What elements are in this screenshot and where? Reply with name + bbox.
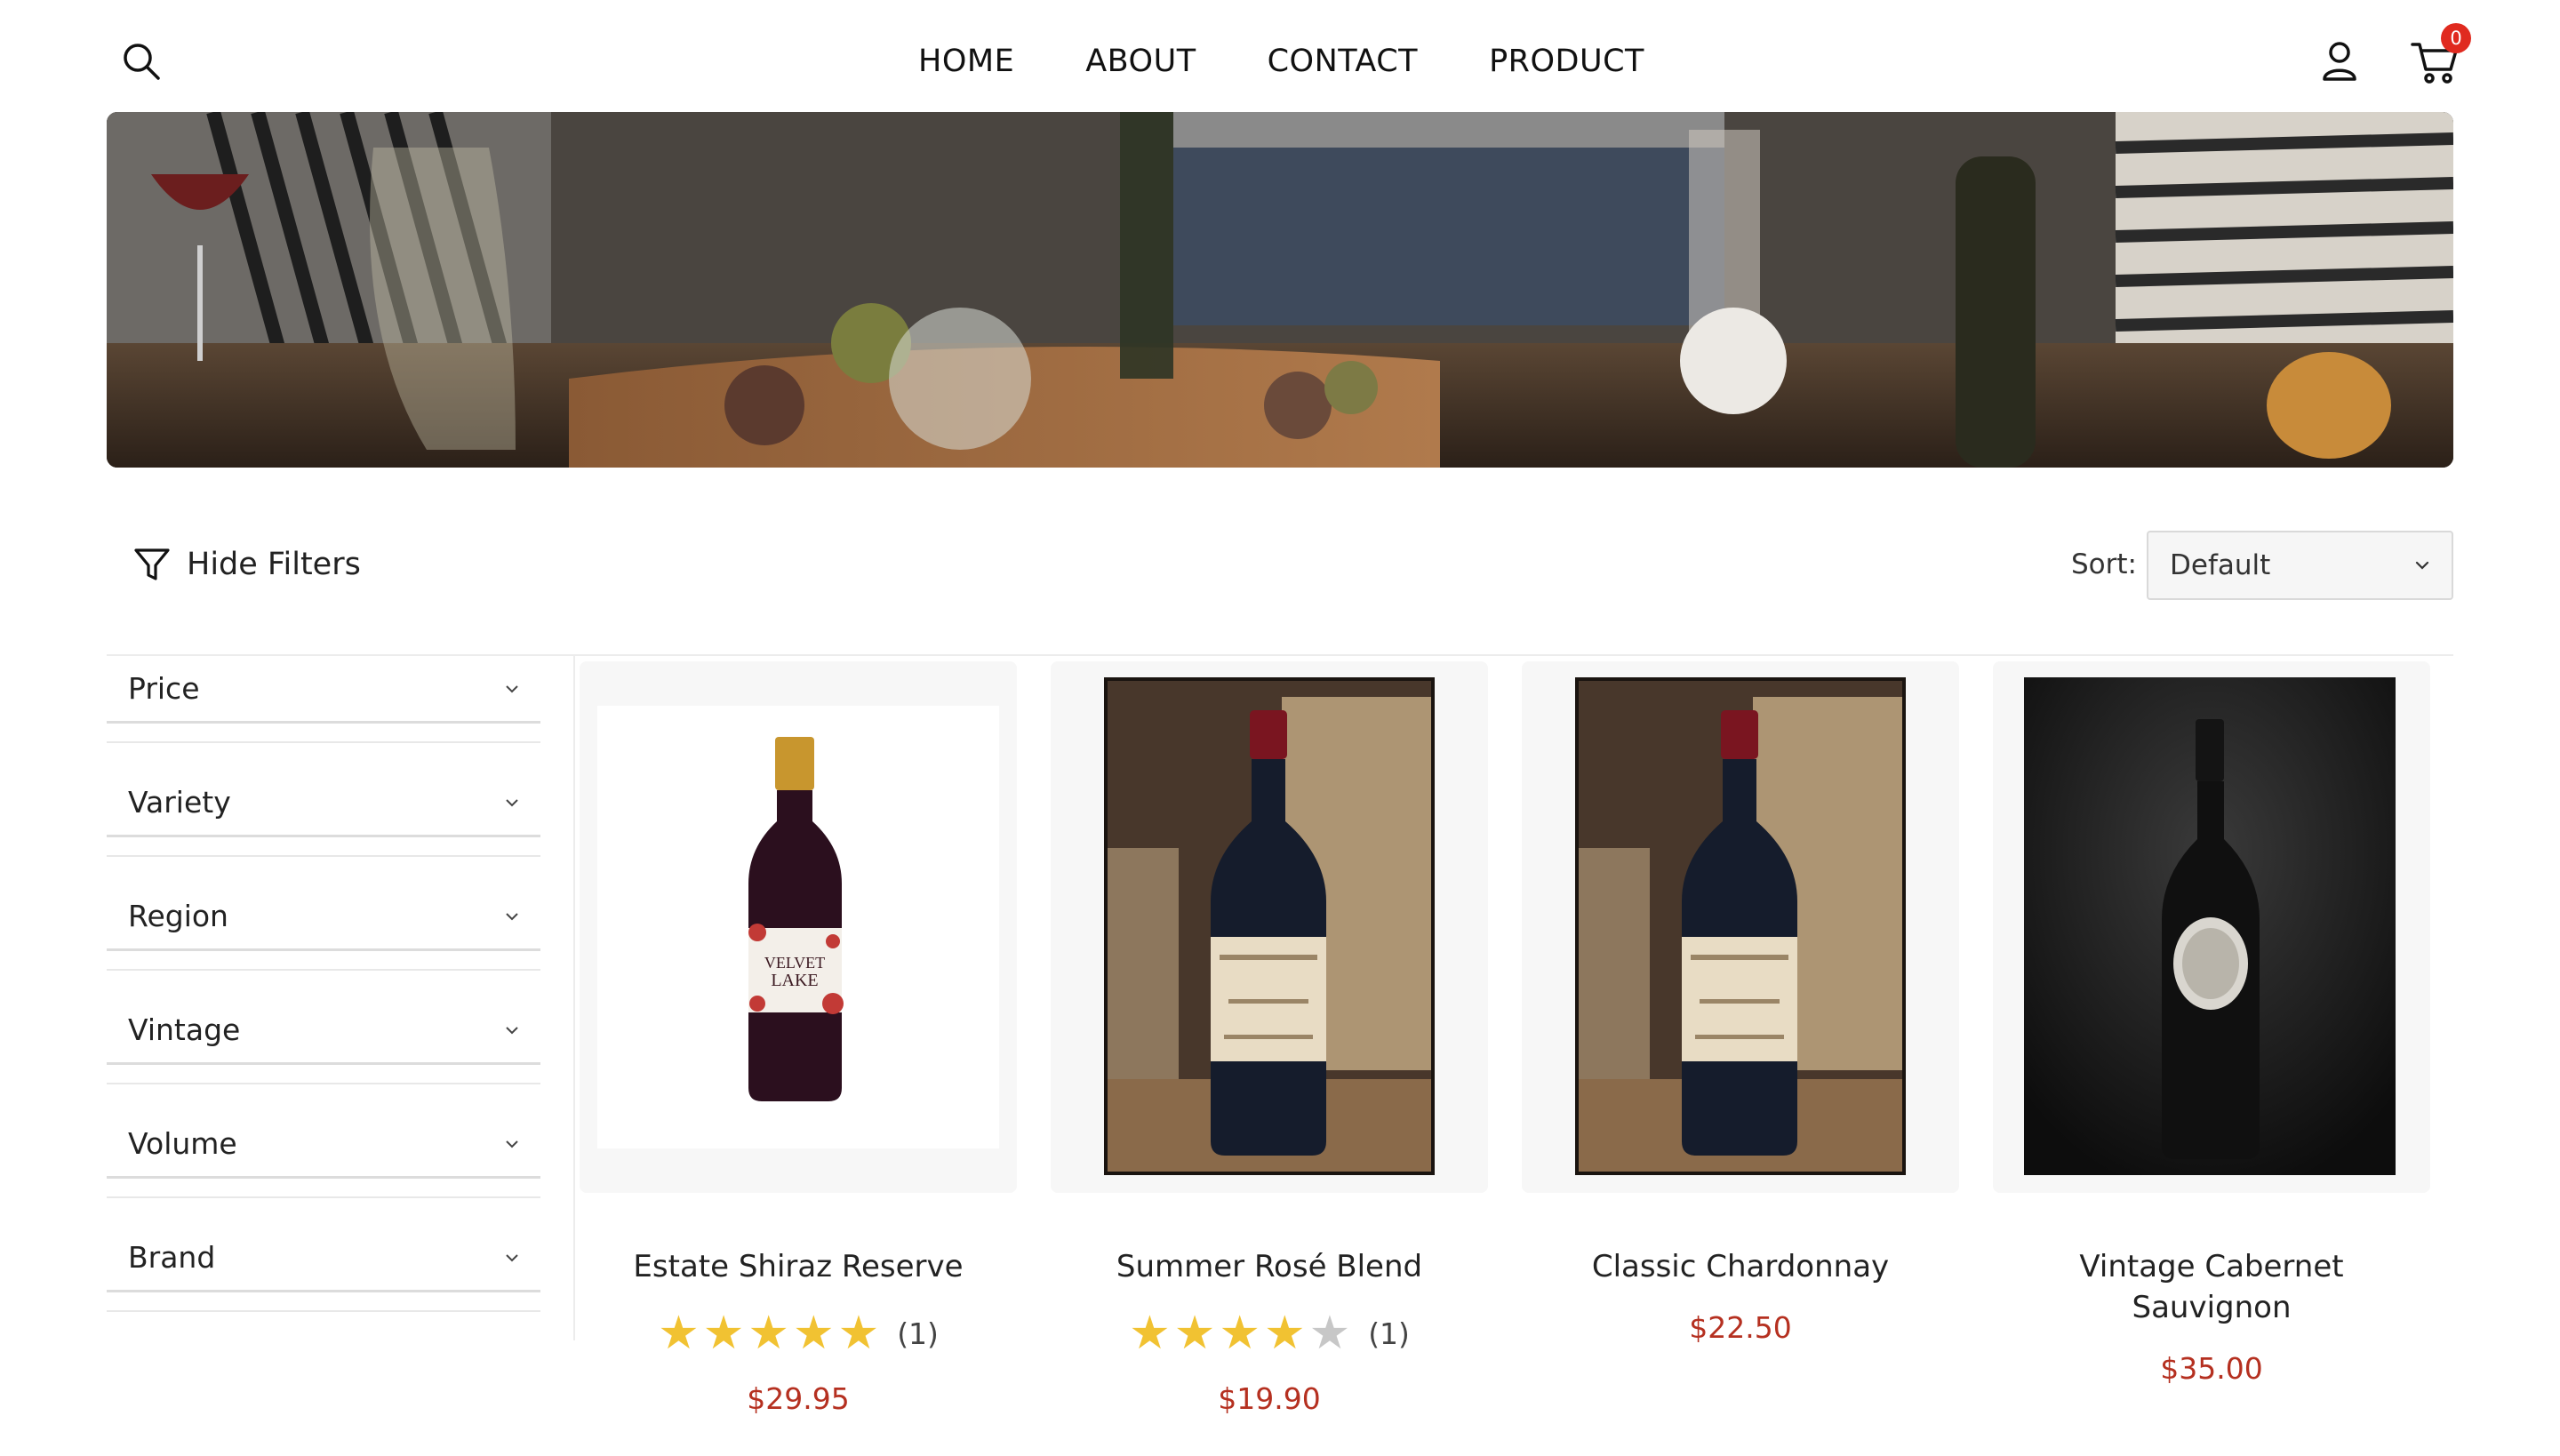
star-icon: ★	[1263, 1307, 1306, 1360]
nav-home[interactable]: HOME	[918, 39, 1014, 84]
wine-bottle-image	[1575, 677, 1906, 1175]
hero-banner	[107, 112, 2453, 468]
filter-volume-toggle[interactable]: Volume	[107, 1111, 540, 1179]
review-count: (1)	[1368, 1316, 1410, 1351]
chevron-down-icon	[506, 1253, 518, 1261]
filter-region: Region	[107, 884, 540, 997]
nav-about[interactable]: ABOUT	[1085, 39, 1196, 84]
product-card: VELVET LAKE Estate Shiraz Reserve ★ ★ ★ …	[580, 661, 1017, 1416]
filter-volume: Volume	[107, 1111, 540, 1225]
search-icon	[124, 44, 160, 80]
star-icon: ★	[1129, 1307, 1171, 1360]
filter-divider	[107, 1196, 540, 1198]
filter-divider	[107, 855, 540, 857]
hide-filters-label: Hide Filters	[187, 547, 361, 582]
filter-sidebar: Price Variety Region Vintage Volume Bran…	[107, 656, 540, 1339]
wine-bottle-image	[2024, 677, 2396, 1175]
filter-label: Region	[128, 899, 228, 933]
star-icon: ★	[792, 1307, 835, 1360]
filter-vintage: Vintage	[107, 997, 540, 1111]
filter-price-toggle[interactable]: Price	[107, 656, 540, 724]
wine-bottle-image: VELVET LAKE	[597, 706, 999, 1148]
filter-divider	[107, 1310, 540, 1312]
sort-selected-value: Default	[2170, 549, 2271, 581]
star-icon: ★	[1219, 1307, 1260, 1360]
product-image[interactable]	[1993, 661, 2430, 1193]
star-icon: ★	[748, 1307, 789, 1360]
filter-label: Vintage	[128, 1012, 241, 1047]
chevron-down-icon	[506, 912, 518, 920]
nav-contact[interactable]: CONTACT	[1268, 39, 1418, 84]
filter-label: Volume	[128, 1126, 237, 1161]
product-price: $35.00	[2160, 1351, 2263, 1386]
star-rating: ★ ★ ★ ★ ★	[658, 1308, 879, 1358]
product-price: $19.90	[1218, 1381, 1321, 1416]
filter-label: Brand	[128, 1240, 216, 1275]
search-button[interactable]	[121, 41, 162, 82]
filter-variety-toggle[interactable]: Variety	[107, 770, 540, 837]
product-name[interactable]: Summer Rosé Blend	[1051, 1246, 1488, 1287]
chevron-down-icon	[506, 684, 518, 692]
star-icon: ★	[702, 1307, 745, 1360]
nav-product[interactable]: PRODUCT	[1489, 39, 1644, 84]
filter-variety: Variety	[107, 770, 540, 884]
product-price: $29.95	[747, 1381, 850, 1416]
sort-label: Sort:	[2071, 548, 2137, 580]
product-card: Vintage Cabernet Sauvignon $35.00	[1993, 661, 2430, 1386]
cart-count-badge: 0	[2441, 23, 2471, 53]
filter-vintage-toggle[interactable]: Vintage	[107, 997, 540, 1065]
product-card: Classic Chardonnay $22.50	[1522, 661, 1959, 1345]
star-icon: ★	[658, 1307, 700, 1360]
filter-icon	[134, 548, 170, 580]
user-icon	[2323, 42, 2356, 81]
product-price: $22.50	[1689, 1310, 1792, 1345]
product-name[interactable]: Estate Shiraz Reserve	[580, 1246, 1017, 1287]
sort-select[interactable]: Default	[2147, 531, 2453, 600]
filter-divider	[107, 1083, 540, 1084]
product-rating: ★ ★ ★ ★ ★ (1)	[1051, 1308, 1488, 1358]
hero-banner-image	[107, 112, 2453, 468]
product-card: Summer Rosé Blend ★ ★ ★ ★ ★ (1) $19.90	[1051, 661, 1488, 1416]
account-button[interactable]	[2322, 41, 2357, 82]
filter-label: Variety	[128, 785, 231, 820]
product-image[interactable]: VELVET LAKE	[580, 661, 1017, 1193]
product-image[interactable]	[1051, 661, 1488, 1193]
product-image[interactable]	[1522, 661, 1959, 1193]
filter-price: Price	[107, 656, 540, 770]
chevron-down-icon	[506, 1140, 518, 1148]
hide-filters-button[interactable]: Hide Filters	[133, 542, 361, 587]
star-icon: ★	[1308, 1307, 1351, 1360]
product-rating: ★ ★ ★ ★ ★ (1)	[580, 1308, 1017, 1358]
star-rating: ★ ★ ★ ★ ★	[1129, 1308, 1350, 1358]
star-icon: ★	[837, 1307, 880, 1360]
site-header: HOME ABOUT CONTACT PRODUCT 0	[0, 0, 2560, 112]
svg-text:LAKE: LAKE	[771, 971, 818, 990]
product-name[interactable]: Vintage Cabernet Sauvignon	[1993, 1246, 2430, 1328]
chevron-down-icon	[506, 1026, 518, 1034]
filter-label: Price	[128, 671, 200, 706]
sidebar-divider	[573, 656, 575, 1340]
chevron-down-icon	[2415, 561, 2429, 570]
chevron-down-icon	[506, 798, 518, 806]
product-name[interactable]: Classic Chardonnay	[1522, 1246, 1959, 1287]
svg-text:VELVET: VELVET	[764, 954, 825, 972]
wine-bottle-image	[1104, 677, 1435, 1175]
filter-brand: Brand	[107, 1225, 540, 1339]
filter-divider	[107, 969, 540, 971]
star-icon: ★	[1173, 1307, 1216, 1360]
filter-divider	[107, 741, 540, 743]
filter-brand-toggle[interactable]: Brand	[107, 1225, 540, 1292]
main-nav: HOME ABOUT CONTACT PRODUCT	[918, 39, 1644, 84]
review-count: (1)	[897, 1316, 939, 1351]
filter-region-toggle[interactable]: Region	[107, 884, 540, 951]
